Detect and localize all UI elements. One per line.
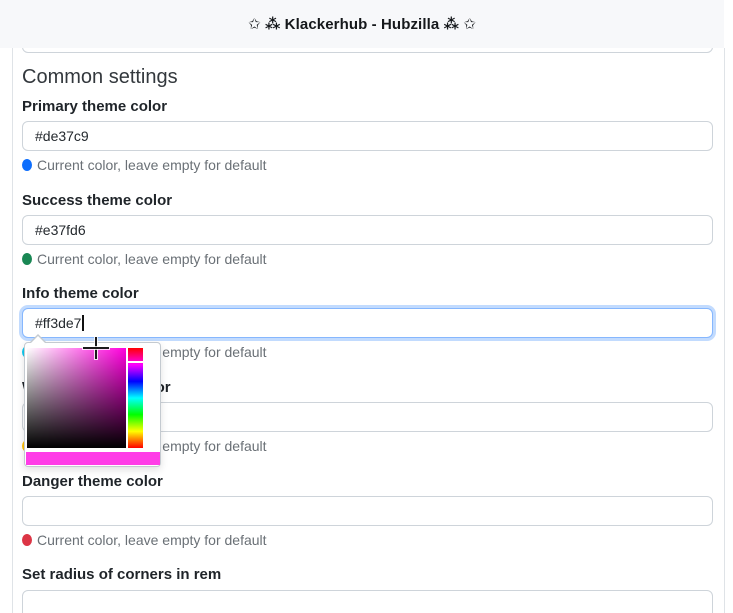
app-header: ✩ ⁂ Klackerhub - Hubzilla ⁂ ✩ — [0, 0, 724, 48]
primary-help-text: Current color, leave empty for default — [37, 157, 267, 173]
radius-section: Set radius of corners in rem — [0, 566, 733, 613]
primary-color-section: Primary theme color #de37c9 Current colo… — [0, 98, 733, 192]
settings-page: ✩ ⁂ Klackerhub - Hubzilla ⁂ ✩ Common set… — [0, 0, 733, 613]
danger-color-label: Danger theme color — [22, 473, 163, 490]
color-picker-popup — [24, 334, 161, 467]
panel-border-left — [12, 48, 13, 613]
app-title: ✩ ⁂ Klackerhub - Hubzilla ⁂ ✩ — [248, 16, 476, 33]
success-color-input[interactable]: #e37fd6 — [22, 215, 713, 245]
hue-slider[interactable] — [128, 348, 143, 448]
success-help-text: Current color, leave empty for default — [37, 251, 267, 267]
danger-color-input[interactable] — [22, 496, 713, 526]
success-color-value: #e37fd6 — [35, 222, 86, 238]
saturation-square[interactable] — [27, 348, 126, 448]
success-color-dot — [22, 253, 32, 265]
common-settings-heading: Common settings — [22, 66, 178, 88]
primary-color-value: #de37c9 — [35, 128, 89, 144]
danger-color-section: Danger theme color Current color, leave … — [0, 473, 733, 567]
danger-help-row: Current color, leave empty for default — [22, 531, 267, 549]
info-color-label: Info theme color — [22, 285, 139, 302]
success-help-row: Current color, leave empty for default — [22, 250, 267, 268]
success-color-label: Success theme color — [22, 192, 173, 209]
text-caret — [82, 315, 84, 331]
hue-marker[interactable] — [128, 361, 143, 363]
primary-color-label: Primary theme color — [22, 98, 168, 115]
danger-color-dot — [22, 534, 32, 546]
primary-color-dot — [22, 159, 32, 171]
danger-help-text: Current color, leave empty for default — [37, 532, 267, 548]
panel-border-right — [724, 48, 725, 613]
radius-input[interactable] — [22, 590, 713, 613]
success-color-section: Success theme color #e37fd6 Current colo… — [0, 192, 733, 286]
primary-color-input[interactable]: #de37c9 — [22, 121, 713, 151]
primary-help-row: Current color, leave empty for default — [22, 156, 267, 174]
radius-label: Set radius of corners in rem — [22, 566, 222, 583]
info-color-input[interactable]: #ff3de7 — [22, 308, 713, 338]
selected-color-bar[interactable] — [26, 452, 160, 465]
info-color-value: #ff3de7 — [35, 315, 82, 331]
crosshair-cursor-icon — [83, 337, 109, 359]
